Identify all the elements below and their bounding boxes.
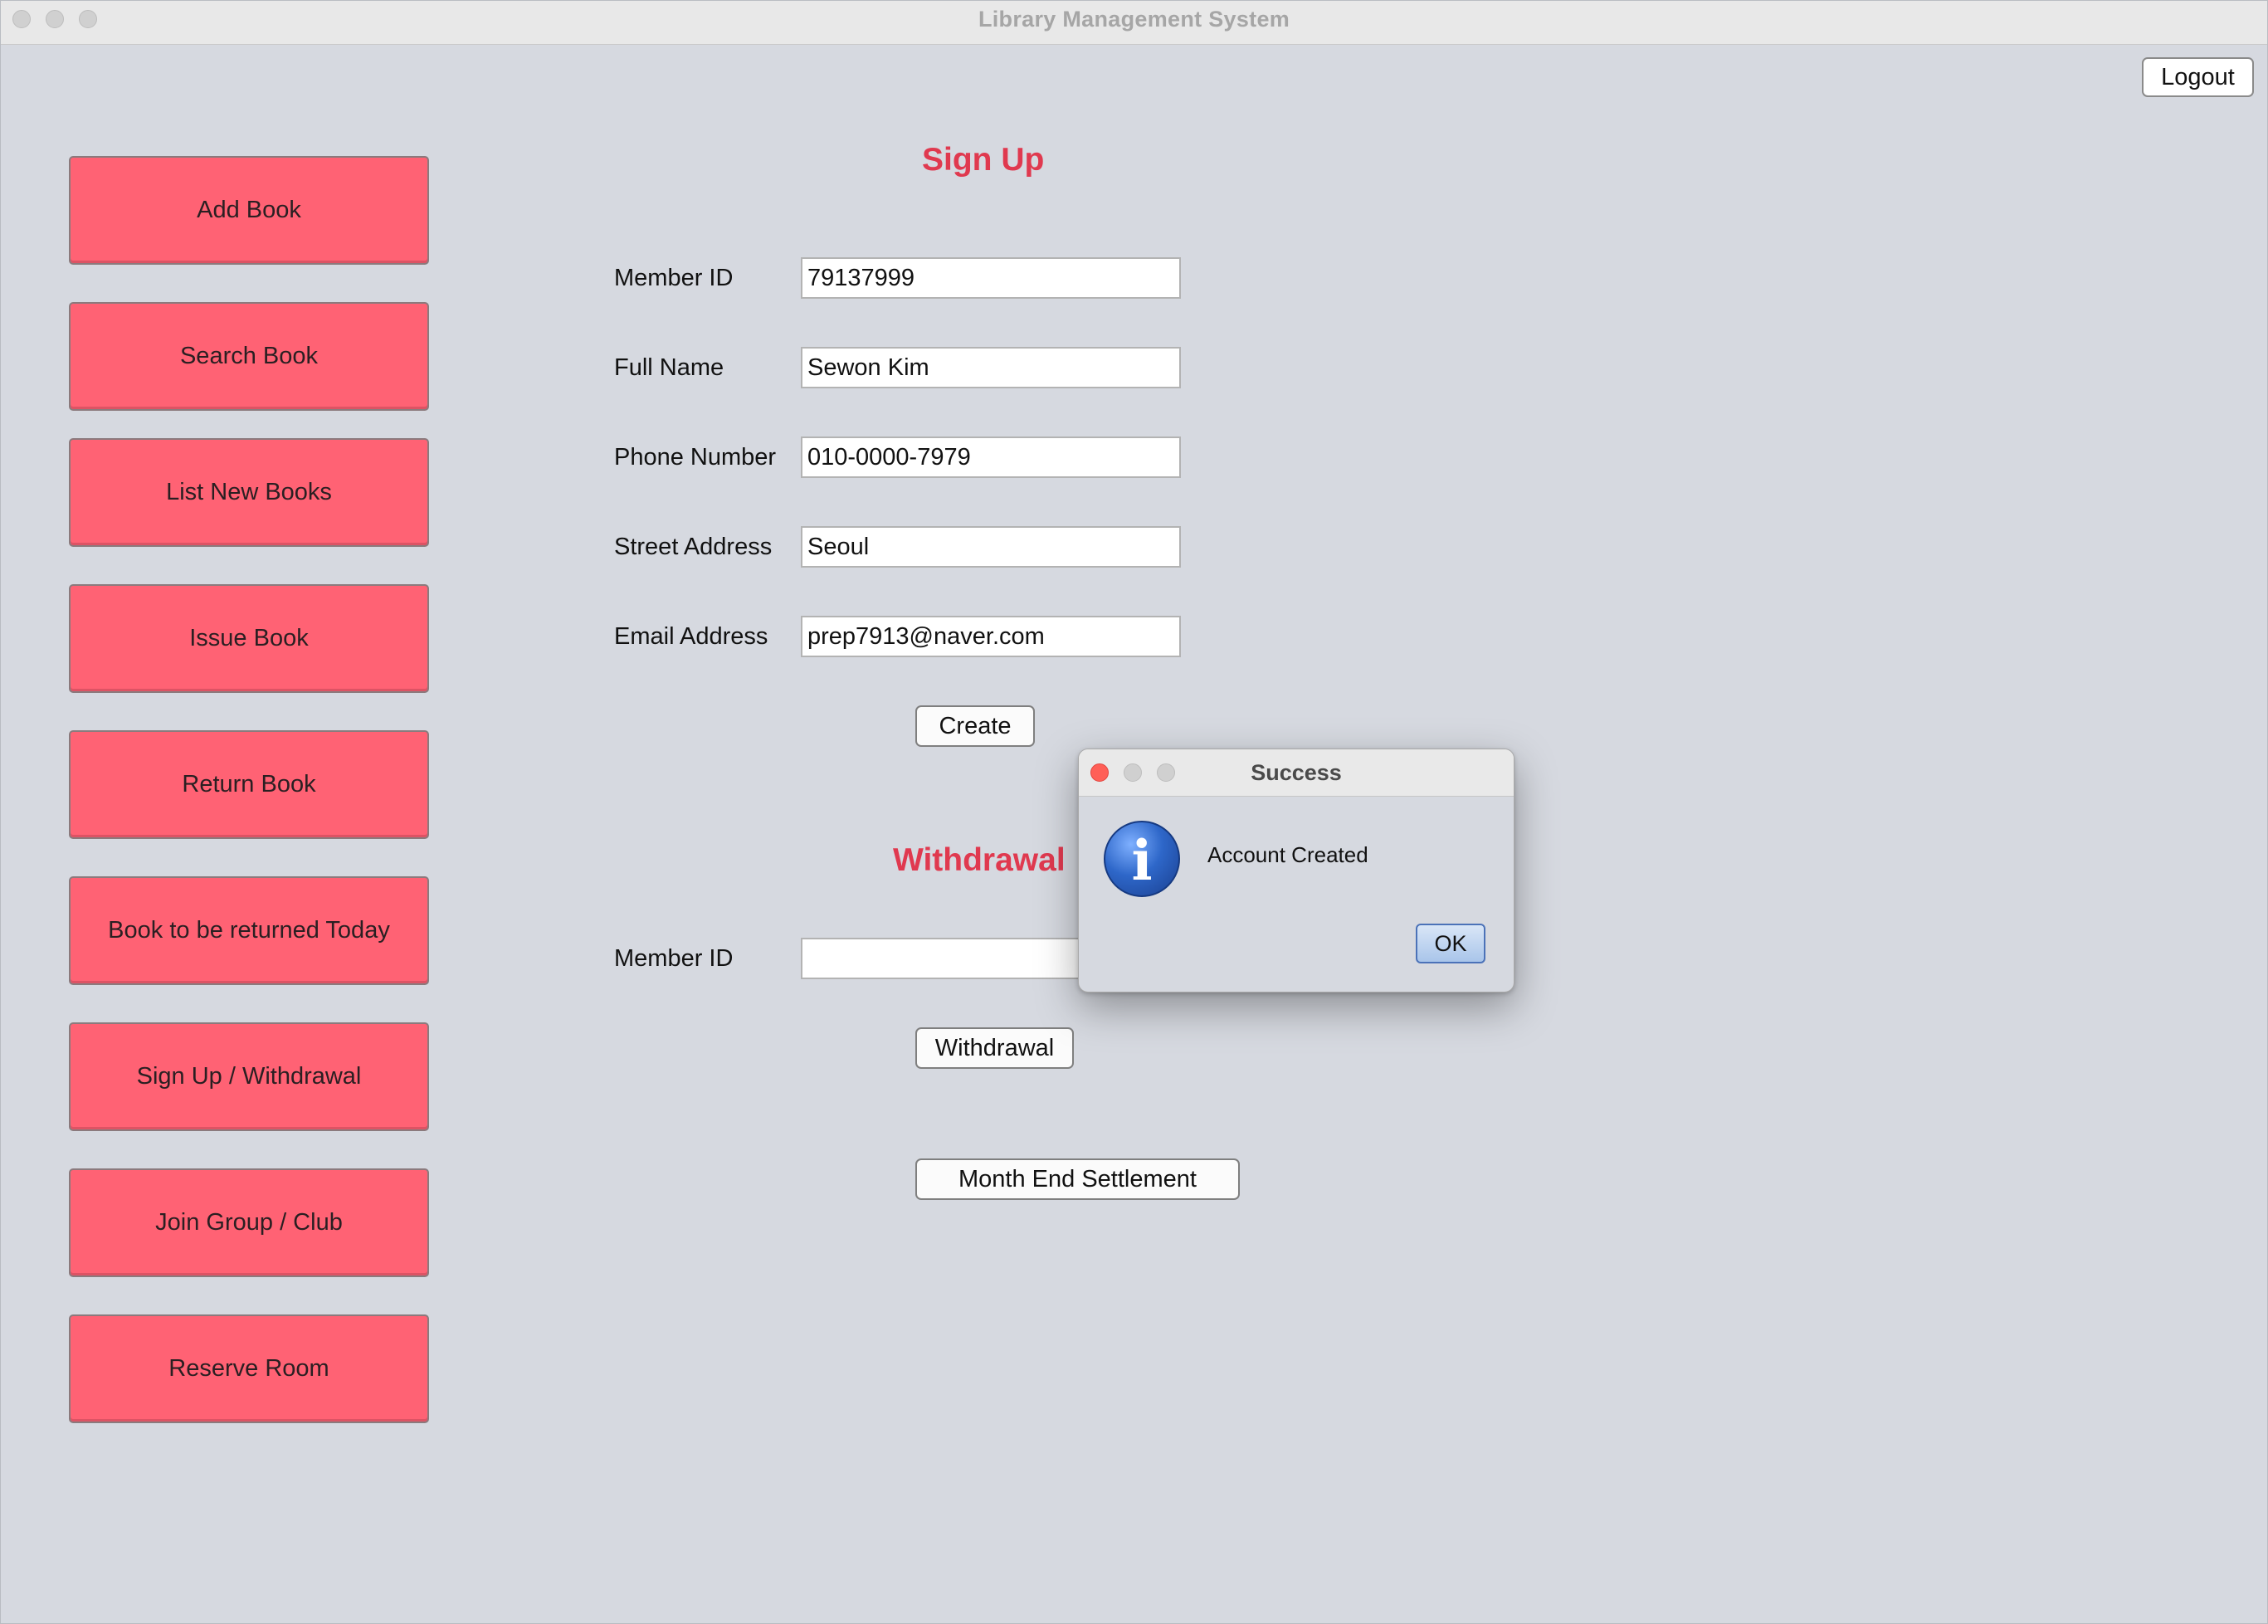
info-icon: i — [1104, 821, 1180, 897]
sidebar-item-label: Join Group / Club — [155, 1209, 343, 1236]
withdrawal-title: Withdrawal — [893, 842, 1066, 878]
sidebar-item-search-book[interactable]: Search Book — [69, 302, 429, 411]
sidebar-item-issue-book[interactable]: Issue Book — [69, 584, 429, 693]
sidebar-item-label: Book to be returned Today — [108, 917, 390, 944]
dialog-close-icon[interactable] — [1090, 763, 1109, 782]
window-title: Library Management System — [978, 7, 1290, 32]
ok-button[interactable]: OK — [1416, 924, 1485, 963]
sidebar-item-add-book[interactable]: Add Book — [69, 156, 429, 265]
sidebar-item-return-book[interactable]: Return Book — [69, 730, 429, 839]
street-address-label: Street Address — [614, 534, 773, 560]
sidebar-item-label: Issue Book — [189, 625, 309, 651]
sidebar-item-sign-up-withdrawal[interactable]: Sign Up / Withdrawal — [69, 1022, 429, 1131]
sidebar-item-label: Search Book — [179, 343, 319, 369]
info-glyph: i — [1131, 828, 1153, 893]
sidebar-item-reserve-room[interactable]: Reserve Room — [69, 1314, 429, 1423]
withdrawal-button[interactable]: Withdrawal — [915, 1027, 1074, 1069]
sidebar-item-book-to-be-returned-today[interactable]: Book to be returned Today — [69, 876, 429, 985]
window-titlebar: Library Management System — [1, 1, 2267, 45]
dialog-title: Success — [1251, 760, 1342, 785]
app-window: Library Management System Logout Add Boo… — [0, 0, 2268, 1624]
logout-button[interactable]: Logout — [2142, 57, 2254, 97]
phone-number-label: Phone Number — [614, 444, 777, 471]
sidebar-item-join-group-club[interactable]: Join Group / Club — [69, 1168, 429, 1277]
success-dialog: Success i Account Created OK — [1078, 749, 1514, 992]
sidebar-item-label: Add Book — [197, 197, 301, 223]
signup-title: Sign Up — [922, 142, 1045, 178]
email-address-field[interactable] — [801, 616, 1181, 657]
full-name-label: Full Name — [614, 354, 724, 381]
withdrawal-member-id-label: Member ID — [614, 945, 734, 972]
create-button[interactable]: Create — [915, 705, 1035, 747]
street-address-field[interactable] — [801, 526, 1181, 568]
zoom-window-icon[interactable] — [79, 10, 97, 28]
member-id-field[interactable] — [801, 257, 1181, 299]
dialog-zoom-icon — [1157, 763, 1175, 782]
sidebar-item-label: List New Books — [166, 479, 332, 505]
email-address-label: Email Address — [614, 623, 768, 650]
member-id-label: Member ID — [614, 265, 734, 291]
sidebar-item-label: Sign Up / Withdrawal — [136, 1063, 362, 1090]
minimize-window-icon[interactable] — [46, 10, 64, 28]
phone-number-field[interactable] — [801, 436, 1181, 478]
sidebar-item-label: Reserve Room — [168, 1355, 329, 1382]
month-end-settlement-button[interactable]: Month End Settlement — [915, 1158, 1240, 1200]
full-name-field[interactable] — [801, 347, 1181, 388]
dialog-message: Account Created — [1207, 842, 1368, 867]
dialog-minimize-icon — [1124, 763, 1142, 782]
sidebar-item-label: Return Book — [182, 771, 316, 797]
close-window-icon[interactable] — [12, 10, 31, 28]
sidebar-item-list-new-books[interactable]: List New Books — [69, 438, 429, 547]
dialog-titlebar: Success — [1079, 749, 1514, 797]
